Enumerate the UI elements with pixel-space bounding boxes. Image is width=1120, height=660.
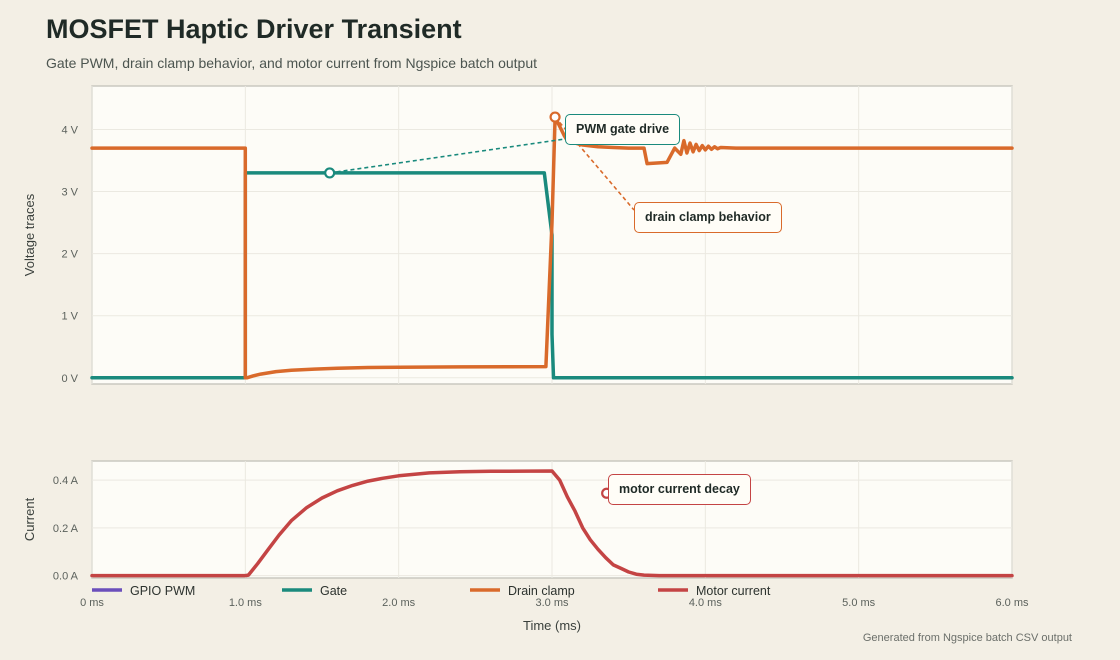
x-tick-label: 0 ms bbox=[80, 597, 104, 609]
annotation-pwm-gate-drive: PWM gate drive bbox=[565, 114, 681, 145]
y-tick-label: 0.4 A bbox=[53, 475, 79, 487]
y-tick-label: 0.0 A bbox=[53, 571, 79, 583]
legend-label: Motor current bbox=[696, 584, 771, 598]
footer-note: Generated from Ngspice batch CSV output bbox=[862, 632, 1072, 644]
y-axis-label-voltage: Voltage traces bbox=[22, 193, 37, 276]
x-tick-label: 1.0 ms bbox=[229, 597, 263, 609]
chart-svg: 0 V 1 V 2 V 3 V 4 V Voltage traces 0.0 A 0.2 A 0… bbox=[22, 85, 1029, 633]
annotation-marker-drain bbox=[549, 111, 561, 123]
annotation-drain-clamp-behavior: drain clamp behavior bbox=[634, 202, 782, 233]
legend-label: GPIO PWM bbox=[130, 584, 195, 598]
y-tick-label: 2 V bbox=[61, 249, 78, 261]
y-tick-label: 0 V bbox=[61, 373, 78, 385]
y-tick-label: 0.2 A bbox=[53, 523, 79, 535]
x-tick-label: 6.0 ms bbox=[995, 597, 1029, 609]
annotation-motor-current-decay: motor current decay bbox=[608, 474, 751, 505]
x-tick-label: 5.0 ms bbox=[842, 597, 876, 609]
y-axis-label-current: Current bbox=[22, 497, 37, 541]
y-tick-label: 1 V bbox=[61, 311, 78, 323]
x-tick-label: 3.0 ms bbox=[535, 597, 569, 609]
legend-label: Gate bbox=[320, 584, 347, 598]
y-tick-label: 3 V bbox=[61, 187, 78, 199]
legend-label: Drain clamp bbox=[508, 584, 575, 598]
x-tick-label: 2.0 ms bbox=[382, 597, 416, 609]
annotation-marker-gate bbox=[324, 167, 336, 179]
x-tick-label: 4.0 ms bbox=[689, 597, 723, 609]
y-tick-label: 4 V bbox=[61, 124, 78, 136]
x-axis-label: Time (ms) bbox=[523, 618, 581, 633]
